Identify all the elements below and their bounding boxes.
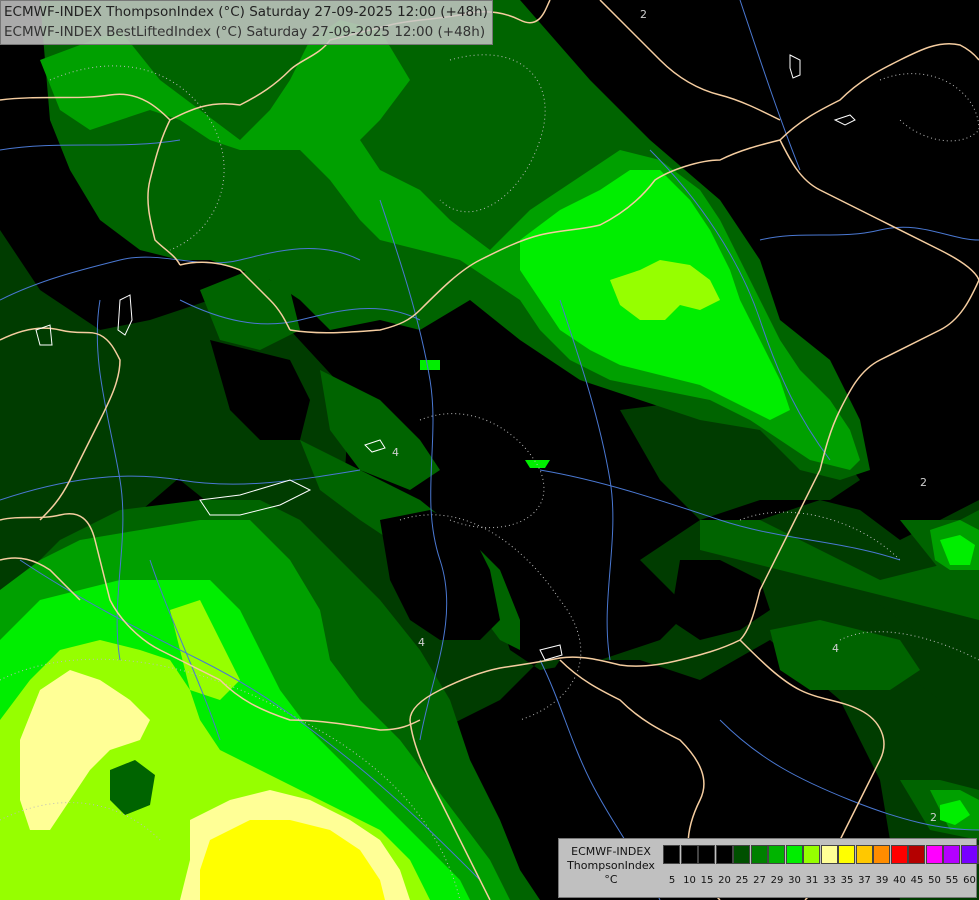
legend-swatch [855,845,873,864]
legend-tick-label: 40 [893,875,906,886]
legend-tick-label: 55 [945,875,959,886]
contour-label: 4 [832,642,839,655]
legend-tick-label: 25 [735,875,749,886]
legend-swatch [908,845,925,864]
legend-tick-label: 45 [910,875,924,886]
legend-swatch [663,845,680,864]
legend-tick-label: 10 [683,875,696,886]
legend-swatch [873,845,890,864]
legend-tick-label: 37 [858,875,871,886]
legend-tick-label: 5 [668,875,676,886]
legend-tick-label: 31 [805,875,819,886]
legend-tick-label: 15 [700,875,714,886]
legend-swatch [820,845,838,864]
legend-model: ECMWF-INDEX [571,845,651,858]
legend-swatch [943,845,960,864]
contour-label: 4 [392,446,399,459]
legend-title: ECMWF-INDEX ThompsonIndex °C [561,845,661,887]
legend-swatch [890,845,908,864]
legend-tick-label: 20 [718,875,731,886]
legend-tick-label: 30 [788,875,801,886]
color-legend: ECMWF-INDEX ThompsonIndex °C 5 10 15 20 25 27… [558,838,979,898]
legend-tick-label: 27 [753,875,766,886]
weather-map: 4 4 2 4 2 2 [0,0,979,900]
legend-swatch [715,845,733,864]
map-title-box: ECMWF-INDEX ThompsonIndex (°C) Saturday … [0,0,493,45]
legend-swatch [698,845,715,864]
legend-swatch [768,845,785,864]
contour-label: 4 [418,636,425,649]
contour-label: 2 [920,476,927,489]
legend-tick-label: 50 [928,875,941,886]
legend-swatch [680,845,698,864]
legend-swatch [733,845,750,864]
legend-swatch [960,845,978,864]
legend-tick-label: 33 [823,875,836,886]
map-title-primary: ECMWF-INDEX ThompsonIndex (°C) Saturday … [4,4,488,20]
legend-tick-labels: 5 10 15 20 25 27 29 30 31 33 35 37 39 40 45 50 55 60 [669,875,976,889]
legend-swatch [925,845,943,864]
legend-parameter: ThompsonIndex [567,859,655,872]
legend-unit: °C [604,873,618,886]
contour-label: 2 [640,8,647,21]
legend-color-scale [663,845,979,864]
legend-swatch [838,845,855,864]
map-title-secondary: ECMWF-INDEX BestLiftedIndex (°C) Saturda… [4,24,486,40]
legend-swatch [750,845,768,864]
legend-tick-label: 35 [840,875,854,886]
legend-tick-label: 29 [770,875,784,886]
legend-tick-label: 60 [963,875,976,886]
legend-swatch [803,845,820,864]
legend-tick-label: 39 [875,875,889,886]
contour-label: 2 [930,811,937,824]
legend-swatch [785,845,803,864]
